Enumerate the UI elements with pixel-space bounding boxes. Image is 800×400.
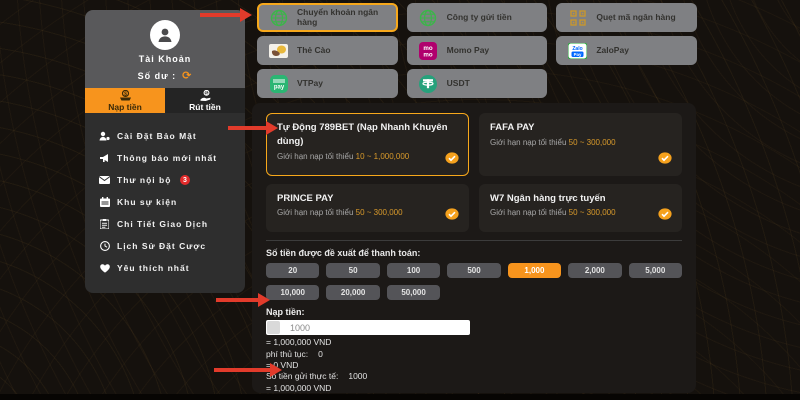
channel-w7-bank[interactable]: W7 Ngân hàng trực tuyến Giới hạn nạp tối…	[479, 184, 682, 233]
deposit-panel: Tự Động 789BET (Nạp Nhanh Khuyên dùng) G…	[252, 103, 696, 393]
pointer-arrow-pay-button	[214, 368, 270, 372]
sidebar-item-events[interactable]: Khu sự kiện	[85, 191, 245, 213]
section-divider	[266, 240, 682, 241]
sidebar-menu: Cài Đặt Bảo Mật Thông báo mới nhất Thư n…	[85, 113, 245, 293]
user-gear-icon	[99, 131, 110, 141]
sidebar-item-bet-history[interactable]: Lịch Sử Đặt Cược	[85, 235, 245, 257]
check-icon	[658, 151, 672, 169]
sidebar-item-security[interactable]: Cài Đặt Bảo Mật	[85, 125, 245, 147]
input-spinner[interactable]	[267, 321, 280, 334]
deposit-coin-icon: $	[119, 90, 132, 101]
channel-limit-range: 50 ~ 300,000	[356, 208, 403, 217]
svg-text:mo: mo	[424, 51, 434, 58]
zalopay-icon: ZaloPay	[568, 41, 587, 60]
amount-option[interactable]: 2,000	[568, 263, 621, 278]
amount-option[interactable]: 50,000	[387, 285, 440, 300]
amount-option[interactable]: 10,000	[266, 285, 319, 300]
account-sidebar: Tài Khoản Số dư :⟳ $ Nạp tiền $ Rút tiền…	[85, 10, 245, 293]
pointer-arrow-channel	[228, 126, 266, 130]
globe-icon	[419, 8, 438, 27]
channel-fafa-pay[interactable]: FAFA PAY Giới hạn nạp tối thiểu 50 ~ 300…	[479, 113, 682, 176]
clipboard-icon	[99, 219, 110, 229]
pointer-arrow-input	[216, 298, 258, 302]
payment-method-vtpay[interactable]: pay VTPay	[257, 69, 398, 98]
globe-icon	[269, 8, 288, 27]
payment-method-remittance[interactable]: Công ty gửi tiền	[407, 3, 548, 32]
bottom-strip	[0, 394, 800, 400]
envelope-icon	[99, 176, 110, 184]
check-icon	[445, 207, 459, 225]
scratch-card-icon	[269, 41, 288, 60]
account-header: Tài Khoản Số dư :⟳	[85, 10, 245, 88]
payment-method-momo[interactable]: momo Momo Pay	[407, 36, 548, 65]
calendar-icon	[99, 197, 110, 207]
history-clock-icon	[99, 241, 110, 251]
channel-limit-range: 50 ~ 300,000	[569, 138, 616, 147]
converted-amount: = 1,000,000 VND	[266, 337, 682, 347]
sidebar-item-inbox[interactable]: Thư nội bộ 3	[85, 169, 245, 191]
check-icon	[445, 151, 459, 169]
tab-withdraw[interactable]: $ Rút tiền	[165, 88, 245, 113]
amount-options-row1: 20 50 100 500 1,000 2,000 5,000	[266, 263, 682, 278]
payment-method-scratch-card[interactable]: Thẻ Cào	[257, 36, 398, 65]
payment-method-grid: Chuyển khoản ngân hàng Công ty gửi tiền …	[257, 3, 697, 98]
svg-text:pay: pay	[273, 84, 284, 90]
sidebar-item-notifications[interactable]: Thông báo mới nhất	[85, 147, 245, 169]
actual-row: Số tiền gửi thực tế:1000	[266, 371, 682, 381]
amount-option[interactable]: 5,000	[629, 263, 682, 278]
payment-method-usdt[interactable]: USDT	[407, 69, 548, 98]
check-icon	[658, 207, 672, 225]
usdt-icon	[419, 74, 438, 93]
avatar[interactable]	[150, 20, 180, 50]
fee-row: phí thủ tục:0	[266, 349, 682, 359]
deposit-input-wrap	[266, 320, 470, 335]
deposit-amount-input[interactable]	[280, 323, 430, 333]
amount-option[interactable]: 100	[387, 263, 440, 278]
qr-code-icon	[568, 8, 587, 27]
vtpay-icon: pay	[269, 74, 288, 93]
actual-value: 1000	[348, 371, 367, 381]
amount-option[interactable]: 50	[326, 263, 379, 278]
fee-converted: = 0 VND	[266, 360, 682, 370]
fee-value: 0	[318, 349, 323, 359]
channel-prince-pay[interactable]: PRINCE PAY Giới hạn nạp tối thiểu 50 ~ 3…	[266, 184, 469, 233]
channel-limit-range: 50 ~ 300,000	[569, 208, 616, 217]
svg-text:Pay: Pay	[574, 52, 582, 57]
user-icon	[155, 25, 175, 45]
momo-icon: momo	[419, 41, 438, 60]
channel-auto-789bet[interactable]: Tự Động 789BET (Nạp Nhanh Khuyên dùng) G…	[266, 113, 469, 176]
heart-icon	[99, 264, 110, 273]
actual-converted: = 1,000,000 VND	[266, 383, 682, 393]
account-name: Tài Khoản	[85, 54, 245, 64]
sidebar-item-favorites[interactable]: Yêu thích nhất	[85, 257, 245, 279]
deposit-amount-label: Nạp tiền:	[266, 307, 682, 317]
payment-method-bank-transfer[interactable]: Chuyển khoản ngân hàng	[257, 3, 398, 32]
amount-option-selected[interactable]: 1,000	[508, 263, 561, 278]
amount-option[interactable]: 20	[266, 263, 319, 278]
sidebar-item-transactions[interactable]: Chi Tiết Giao Dịch	[85, 213, 245, 235]
channel-limit-range: 10 ~ 1,000,000	[356, 152, 410, 161]
suggested-amount-title: Số tiền được đề xuất để thanh toán:	[266, 248, 682, 258]
conversion-summary: = 1,000,000 VND phí thủ tục:0 = 0 VND Số…	[266, 337, 682, 393]
payment-method-zalopay[interactable]: ZaloPay ZaloPay	[556, 36, 697, 65]
amount-options-row2: 10,000 20,000 50,000	[266, 285, 682, 300]
balance-row: Số dư :⟳	[85, 69, 245, 82]
channel-grid: Tự Động 789BET (Nạp Nhanh Khuyên dùng) G…	[266, 113, 682, 232]
amount-option[interactable]: 20,000	[326, 285, 379, 300]
payment-method-qr-bank[interactable]: Quẹt mã ngân hàng	[556, 3, 697, 32]
pointer-arrow-payment-method	[200, 13, 240, 17]
amount-option[interactable]: 500	[447, 263, 500, 278]
megaphone-icon	[99, 153, 110, 163]
inbox-count-badge: 3	[180, 175, 190, 185]
svg-text:$: $	[124, 92, 127, 98]
withdraw-hand-icon: $	[199, 90, 212, 101]
wallet-tabs: $ Nạp tiền $ Rút tiền	[85, 88, 245, 113]
tab-deposit[interactable]: $ Nạp tiền	[85, 88, 165, 113]
refresh-balance-icon[interactable]: ⟳	[182, 70, 192, 82]
